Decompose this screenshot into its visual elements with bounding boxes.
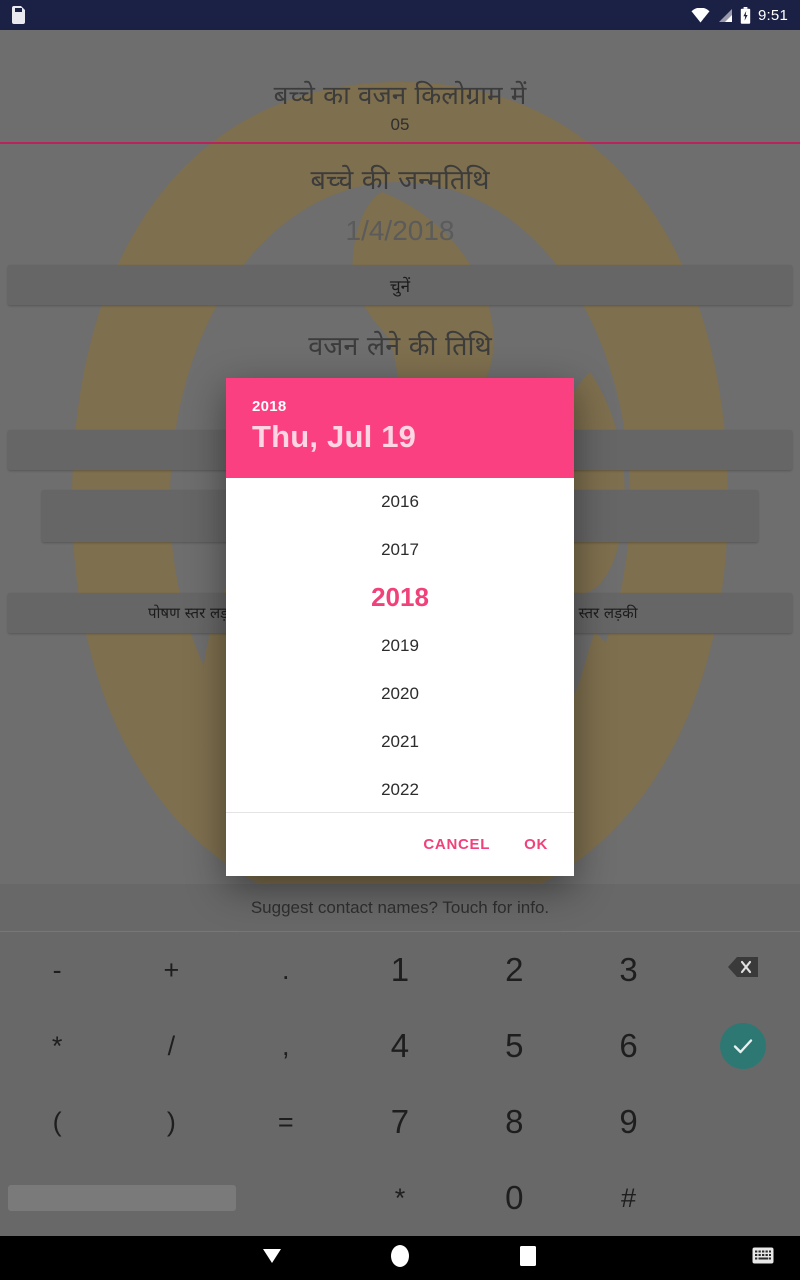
status-bar-right: x 9:51 [691,6,788,24]
keyboard-row: * /, 4 5 6 [0,1008,800,1084]
key-hash[interactable]: # [571,1160,685,1236]
date-picker-header: 2018 Thu, Jul 19 [226,378,574,478]
spacebar-indicator [8,1185,236,1211]
keyboard-row: * 0 # [0,1160,800,1236]
key-9[interactable]: 9 [571,1084,685,1160]
nutrition-level-label-right: ण स्तर लड़की [563,604,638,622]
backspace-icon [727,953,759,987]
weight-field-label: बच्चे का वजन किलोग्राम में [273,81,527,111]
key-asterisk-bottom[interactable]: * [343,1160,457,1236]
keyboard-row: - +. 1 2 3 [0,932,800,1008]
keyboard-suggestion-bar[interactable]: Suggest contact names? Touch for info. [0,884,800,932]
weight-field-underline [0,142,800,144]
numeric-keyboard: Suggest contact names? Touch for info. -… [0,884,800,1236]
dob-field-label: बच्चे की जन्मतिथि [310,165,490,196]
home-circle-icon [390,1244,410,1273]
key-period[interactable]: . [229,932,343,1008]
back-triangle-icon [261,1247,283,1270]
keyboard-row: () = 7 8 9 [0,1084,800,1160]
key-minus[interactable]: - [0,932,114,1008]
dob-field-value[interactable]: 1/4/2018 [0,215,800,247]
key-plus[interactable]: + [114,932,228,1008]
year-item[interactable]: 2017 [226,526,574,574]
key-empty[interactable] [686,1160,800,1236]
year-item[interactable]: 2022 [226,766,574,813]
cellular-signal-icon [717,8,733,23]
battery-icon [740,6,751,24]
keyboard-rows: - +. 1 2 3 * /, 4 5 6() = 7 8 9 * 0 # [0,932,800,1236]
date-picker-header-date[interactable]: Thu, Jul 19 [252,419,548,455]
navigation-bar [0,1236,800,1280]
key-7[interactable]: 7 [343,1084,457,1160]
recents-square-icon [519,1245,537,1272]
backspace-key[interactable] [686,932,800,1008]
key-5[interactable]: 5 [457,1008,571,1084]
enter-check-icon [719,1023,766,1069]
back-button[interactable] [232,1236,312,1280]
recents-button[interactable] [488,1236,568,1280]
enter-key[interactable] [686,1008,800,1084]
key-asterisk[interactable]: * [0,1008,114,1084]
keyboard-icon [752,1247,774,1269]
key-0[interactable]: 0 [457,1160,571,1236]
key-1[interactable]: 1 [343,932,457,1008]
home-button[interactable] [360,1236,440,1280]
space-key[interactable] [0,1160,343,1236]
year-item[interactable]: 2018 [226,574,574,622]
nutrition-level-label-left: पोषण स्तर लड़ [148,604,229,622]
key-paren-open[interactable]: ( [0,1084,114,1160]
key-8[interactable]: 8 [457,1084,571,1160]
key-6[interactable]: 6 [571,1008,685,1084]
year-item[interactable]: 2016 [226,478,574,526]
year-item[interactable]: 2020 [226,670,574,718]
svg-text:x: x [704,17,708,23]
date-picker-dialog: 2018 Thu, Jul 19 2016 2017 2018 2019 2020 202… [226,378,574,876]
ok-button[interactable]: OK [524,836,548,853]
key-2[interactable]: 2 [457,932,571,1008]
status-bar-left [12,6,25,24]
key-slash[interactable]: / [114,1008,228,1084]
key-paren-close[interactable]: ) [114,1084,228,1160]
key-equals[interactable]: = [229,1084,343,1160]
date-picker-header-year[interactable]: 2018 [252,398,548,415]
year-list[interactable]: 2016 2017 2018 2019 2020 2021 2022 [226,477,574,813]
key-empty[interactable] [686,1084,800,1160]
weight-date-label: वजन लेने की तिथि [308,331,492,362]
status-bar-clock: 9:51 [758,6,788,24]
select-date-button[interactable]: चुनें [8,265,792,305]
wifi-no-internet-icon: x [691,7,710,23]
cancel-button[interactable]: CANCEL [423,836,490,853]
weight-field-value[interactable]: 05 [0,115,800,135]
switch-keyboard-button[interactable] [735,1236,791,1280]
device-screen: x 9:51 बच्चे का वजन किलोग्राम में 05 बच्… [0,0,800,1280]
key-3[interactable]: 3 [571,932,685,1008]
year-item[interactable]: 2019 [226,622,574,670]
key-4[interactable]: 4 [343,1008,457,1084]
sd-card-icon [12,6,25,24]
key-comma[interactable]: , [229,1008,343,1084]
date-picker-actions: CANCEL OK [226,812,574,876]
year-item[interactable]: 2021 [226,718,574,766]
status-bar: x 9:51 [0,0,800,30]
